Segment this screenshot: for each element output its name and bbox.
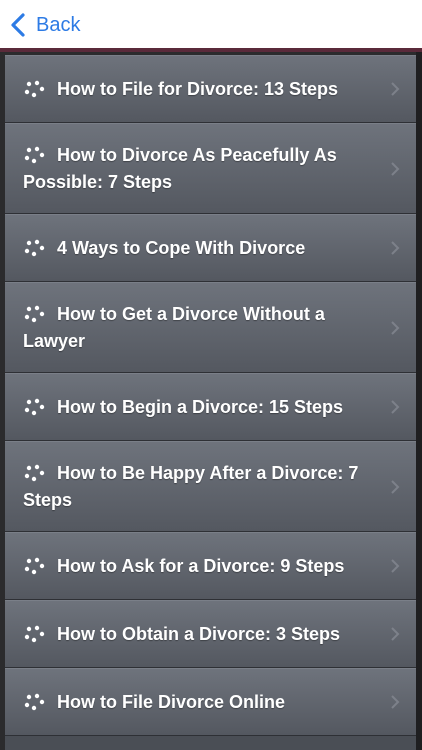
list-item-label: How to Be Happy After a Divorce: 7 Steps bbox=[23, 462, 359, 510]
chevron-right-icon bbox=[391, 161, 400, 176]
list-item-label: How to Divorce As Peacefully As Possible… bbox=[23, 144, 337, 192]
list-item[interactable]: How to Get a Divorce Without a Lawyer bbox=[5, 282, 416, 373]
right-edge-bar bbox=[416, 52, 422, 750]
chevron-right-icon bbox=[391, 82, 400, 96]
dots-cluster-icon bbox=[24, 398, 45, 415]
list-item-label: How to Begin a Divorce: 15 Steps bbox=[23, 394, 343, 421]
dots-cluster-icon bbox=[24, 239, 45, 256]
chevron-left-icon bbox=[10, 12, 32, 38]
list-item-label: How to Obtain a Divorce: 3 Steps bbox=[23, 621, 340, 648]
list-item-label: How to File Divorce Online bbox=[23, 689, 285, 716]
list-item-label: How to Ask for a Divorce: 9 Steps bbox=[23, 553, 344, 580]
dots-cluster-icon bbox=[24, 80, 45, 97]
list-item[interactable]: How to File Divorce Online bbox=[5, 668, 416, 736]
chevron-right-icon bbox=[391, 320, 400, 335]
list-item[interactable]: How to Ask for a Divorce: 9 Steps bbox=[5, 532, 416, 600]
navigation-bar: Back bbox=[0, 0, 422, 52]
list-item-label: 4 Ways to Cope With Divorce bbox=[23, 235, 305, 262]
chevron-right-icon bbox=[391, 241, 400, 255]
list-item[interactable]: How to Divorce As Peacefully As Possible… bbox=[5, 123, 416, 214]
list-item[interactable]: How to File for Divorce: 13 Steps bbox=[5, 55, 416, 123]
dots-cluster-icon bbox=[24, 146, 45, 163]
dots-cluster-icon bbox=[24, 557, 45, 574]
list-item[interactable]: How to Be Happy After a Divorce: 7 Steps bbox=[5, 441, 416, 532]
list-item[interactable]: How to Begin a Divorce: 15 Steps bbox=[5, 373, 416, 441]
dots-cluster-icon bbox=[24, 693, 45, 710]
dots-cluster-icon bbox=[24, 625, 45, 642]
back-label: Back bbox=[36, 13, 81, 36]
list-item[interactable]: 4 Ways to Cope With Divorce bbox=[5, 214, 416, 282]
back-button[interactable]: Back bbox=[10, 10, 80, 40]
article-list: How to File for Divorce: 13 Steps How to… bbox=[5, 55, 416, 750]
list-item[interactable]: How to Obtain a Divorce: 3 Steps bbox=[5, 600, 416, 668]
chevron-right-icon bbox=[391, 479, 400, 494]
chevron-right-icon bbox=[391, 627, 400, 641]
dots-cluster-icon bbox=[24, 464, 45, 481]
chevron-right-icon bbox=[391, 695, 400, 709]
list-item-label: How to File for Divorce: 13 Steps bbox=[23, 76, 338, 103]
chevron-right-icon bbox=[391, 400, 400, 414]
list-item-label: How to Get a Divorce Without a Lawyer bbox=[23, 303, 325, 351]
chevron-right-icon bbox=[391, 559, 400, 573]
dots-cluster-icon bbox=[24, 305, 45, 322]
